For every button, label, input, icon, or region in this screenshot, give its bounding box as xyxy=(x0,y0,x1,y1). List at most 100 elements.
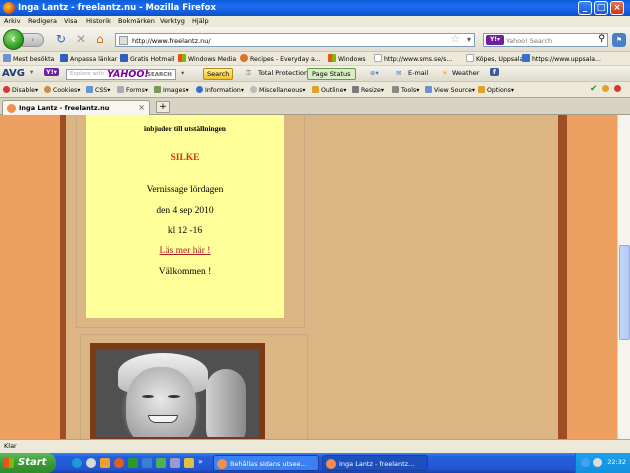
bookmark-most-visited[interactable]: Mest besökta xyxy=(3,54,54,63)
quicklaunch-email-icon[interactable] xyxy=(156,458,166,468)
menu-hjalp[interactable]: Hjälp xyxy=(192,17,209,25)
dev-view-source-menu[interactable]: View Source▾ xyxy=(425,86,475,94)
quicklaunch-explorer-icon[interactable] xyxy=(142,458,152,468)
avg-globe-icon[interactable]: ⊛▾ xyxy=(370,69,379,77)
back-button[interactable]: ‹ xyxy=(3,29,24,50)
start-button[interactable]: Start xyxy=(0,453,56,473)
dev-cookies-menu[interactable]: Cookies▾ xyxy=(44,86,80,94)
dev-outline-menu[interactable]: Outline▾ xyxy=(312,86,347,94)
dev-tools-menu[interactable]: Tools▾ xyxy=(392,86,419,94)
quicklaunch-ie-icon[interactable] xyxy=(72,458,82,468)
total-protection-button[interactable]: Total Protection xyxy=(258,69,308,77)
window-titlebar: Inga Lantz - freelantz.nu - Mozilla Fire… xyxy=(0,0,630,16)
avg-search-button[interactable]: Search xyxy=(203,68,234,80)
quicklaunch-folder-icon[interactable] xyxy=(184,458,194,468)
maximize-button[interactable]: □ xyxy=(594,1,608,15)
bookmark-sms[interactable]: http://www.sms.se/s... xyxy=(374,54,452,63)
menu-redigera[interactable]: Redigera xyxy=(28,17,57,25)
menu-verktyg[interactable]: Verktyg xyxy=(160,17,185,25)
resize-icon xyxy=(352,86,359,93)
taskbar-item-behalla[interactable]: Behållas sidans utsee... xyxy=(213,455,319,471)
tray-volume-icon[interactable] xyxy=(593,458,602,467)
read-more-link[interactable]: Läs mer här ! xyxy=(86,246,284,256)
quicklaunch-more-icon[interactable]: » xyxy=(198,457,203,466)
bookmark-star-icon[interactable]: ☆ xyxy=(451,34,460,46)
new-tab-button[interactable]: + xyxy=(156,101,170,113)
quicklaunch-media-icon[interactable] xyxy=(86,458,96,468)
warning-icon[interactable] xyxy=(602,85,611,93)
url-dropdown-icon[interactable]: ▾ xyxy=(467,34,471,46)
tools-icon xyxy=(392,86,399,93)
dev-information-menu[interactable]: Information▾ xyxy=(196,86,244,94)
url-bar[interactable]: ☆ ▾ xyxy=(115,33,475,47)
weather-button[interactable]: Weather xyxy=(452,69,479,77)
email-button[interactable]: E-mail xyxy=(408,69,428,77)
bookmark-kopes-uppsala[interactable]: Köpes, Uppsala xyxy=(466,54,523,63)
dev-forms-menu[interactable]: Forms▾ xyxy=(117,86,148,94)
yahoo-logo: YAHOO! xyxy=(107,69,149,80)
scrollbar-thumb[interactable] xyxy=(619,245,630,340)
dev-resize-menu[interactable]: Resize▾ xyxy=(352,86,384,94)
tray-network-icon[interactable] xyxy=(581,458,590,467)
warning-dot-icon xyxy=(602,85,609,92)
windows-taskbar: Start » Behållas sidans utsee... Inga La… xyxy=(0,453,630,473)
close-button[interactable]: × xyxy=(610,1,624,15)
error-dot-icon xyxy=(614,85,621,92)
uppsala-icon xyxy=(522,54,530,62)
yahoo-engine-icon[interactable]: Y!▾ xyxy=(486,35,504,45)
dev-options-menu[interactable]: Options▾ xyxy=(478,86,514,94)
page-status-button[interactable]: Page Status xyxy=(307,68,356,80)
yahoo-dropdown-icon[interactable]: ▾ xyxy=(181,69,184,77)
navigation-toolbar: › ‹ ↻ ✕ ⌂ ☆ ▾ Y!▾ ⚲ ⚑ xyxy=(0,27,630,52)
error-icon[interactable] xyxy=(614,85,623,93)
dev-images-menu[interactable]: Images▾ xyxy=(154,86,189,94)
avg-menu-icon[interactable]: ▾ xyxy=(30,68,33,76)
vertical-scrollbar[interactable] xyxy=(617,115,630,439)
facebook-icon[interactable]: f xyxy=(490,68,499,76)
dev-miscellaneous-menu[interactable]: Miscellaneous▾ xyxy=(250,86,306,94)
page-content: inbjuder till utställningen SILKE Vernis… xyxy=(0,115,617,439)
css-icon xyxy=(86,86,93,93)
bookmark-uppsala[interactable]: https://www.uppsala... xyxy=(522,54,601,63)
valid-check-icon[interactable]: ✔ xyxy=(590,84,598,94)
home-icon[interactable]: ⌂ xyxy=(96,33,104,45)
bookmark-windows[interactable]: Windows xyxy=(328,54,366,63)
page-icon xyxy=(466,54,474,62)
avg-logo[interactable]: AVG xyxy=(2,68,25,79)
vernissage-text: Vernissage lördagen xyxy=(146,185,224,195)
quicklaunch-firefox-icon[interactable] xyxy=(114,458,124,468)
search-input[interactable] xyxy=(506,35,586,46)
quicklaunch-app-icon[interactable] xyxy=(128,458,138,468)
forward-button[interactable]: › xyxy=(22,33,44,47)
yahoo-menu-icon[interactable]: Y!▾ xyxy=(44,68,59,76)
menu-bokmarken[interactable]: Bokmärken xyxy=(118,17,155,25)
quicklaunch-desktop-icon[interactable] xyxy=(100,458,110,468)
yahoo-search-input[interactable]: Explore with YAHOO! SEARCH xyxy=(66,69,176,80)
task-label: Behållas sidans utsee... xyxy=(230,460,307,468)
dev-css-menu[interactable]: CSS▾ xyxy=(86,86,110,94)
bookmark-hotmail[interactable]: Gratis Hotmail xyxy=(120,54,175,63)
quicklaunch-calc-icon[interactable] xyxy=(170,458,180,468)
vernissage-date: den 4 sep 2010 xyxy=(156,206,214,216)
tab-inga-lantz[interactable]: Inga Lantz - freelantz.nu × xyxy=(2,100,150,115)
reload-icon[interactable]: ↻ xyxy=(56,33,66,45)
system-tray: 22:32 xyxy=(575,453,630,473)
bookmark-customize-links[interactable]: Anpassa länkar xyxy=(60,54,117,63)
dev-disable-menu[interactable]: Disable▾ xyxy=(3,86,38,94)
page-left-border xyxy=(60,115,66,439)
tab-close-icon[interactable]: × xyxy=(138,103,145,112)
menu-arkiv[interactable]: Arkiv xyxy=(4,17,21,25)
minimize-button[interactable]: _ xyxy=(578,1,592,15)
url-input[interactable] xyxy=(132,35,432,46)
addon-icon[interactable]: ⚑ xyxy=(612,33,626,47)
bookmark-recipes[interactable]: Recipes - Everyday a... xyxy=(240,54,321,63)
bookmark-windows-media[interactable]: Windows Media xyxy=(178,54,236,63)
menu-visa[interactable]: Visa xyxy=(64,17,77,25)
taskbar-item-inga-lantz[interactable]: Inga Lantz - freelantz... xyxy=(322,455,428,471)
page-right-margin xyxy=(567,115,617,439)
menu-historik[interactable]: Historik xyxy=(86,17,111,25)
search-box[interactable]: Y!▾ ⚲ xyxy=(483,33,608,47)
recipes-icon xyxy=(240,54,248,62)
stop-icon[interactable]: ✕ xyxy=(76,33,86,45)
search-icon[interactable]: ⚲ xyxy=(598,34,605,44)
